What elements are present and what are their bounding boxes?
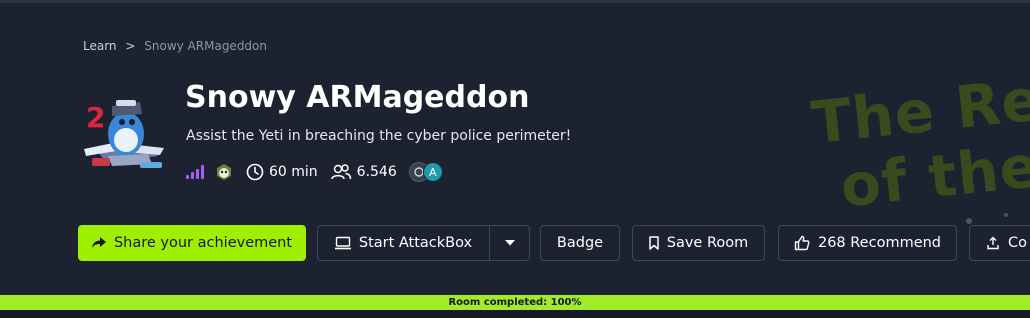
duration: 60 min: [246, 163, 318, 181]
chevron-down-icon: [504, 240, 515, 246]
share-achievement-label: Share your achievement: [113, 235, 293, 251]
room-creators[interactable]: A: [408, 162, 443, 182]
breadcrumb-separator: >: [125, 39, 136, 53]
room-progress-label: Room completed: 100%: [448, 297, 582, 308]
bottom-strip: [0, 310, 1030, 318]
top-strip: [0, 0, 1030, 3]
badge-button[interactable]: Badge: [540, 225, 620, 261]
recommend-button[interactable]: 268 Recommend: [778, 225, 957, 261]
start-attackbox-button[interactable]: Start AttackBox: [317, 225, 490, 261]
share-achievement-button[interactable]: Share your achievement: [78, 225, 306, 261]
page-title: Snowy ARMageddon: [185, 80, 530, 115]
room-meta: 60 min 6.546 A: [186, 160, 443, 184]
room-progress-bar: Room completed: 100%: [0, 295, 1030, 310]
breadcrumb: Learn > Snowy ARMageddon: [83, 39, 267, 53]
more-options-button[interactable]: Co: [969, 225, 1030, 261]
more-options-label: Co: [1008, 235, 1027, 251]
users-icon: [330, 164, 351, 180]
difficulty-icon: [186, 165, 204, 179]
user-count-value: 6.546: [356, 164, 397, 180]
room-description: Assist the Yeti in breaching the cyber p…: [186, 128, 572, 144]
save-room-button[interactable]: Save Room: [632, 225, 765, 261]
decorative-dot: [966, 218, 972, 224]
room-icon: 2: [78, 92, 168, 174]
user-count: 6.546: [330, 163, 397, 181]
recommend-label: 268 Recommend: [817, 235, 942, 251]
room-type-icon: [214, 162, 234, 182]
badge-label: Badge: [556, 235, 604, 251]
share-icon: [91, 237, 106, 249]
duration-value: 60 min: [269, 164, 318, 180]
monitor-icon: [334, 236, 351, 250]
creator-avatar[interactable]: A: [422, 162, 443, 182]
decorative-dot: [1004, 213, 1008, 217]
breadcrumb-learn-link[interactable]: Learn: [83, 39, 117, 53]
upload-icon: [986, 236, 1000, 250]
save-room-label: Save Room: [666, 235, 749, 251]
breadcrumb-current: Snowy ARMageddon: [144, 39, 267, 53]
clock-icon: [246, 163, 264, 181]
start-attackbox-label: Start AttackBox: [358, 235, 473, 251]
background-watermark: The Re of the: [809, 65, 1030, 221]
bookmark-icon: [649, 236, 659, 250]
attackbox-dropdown-button[interactable]: [489, 225, 530, 261]
day-badge: 2: [86, 101, 105, 134]
thumbs-up-icon: [794, 235, 810, 251]
